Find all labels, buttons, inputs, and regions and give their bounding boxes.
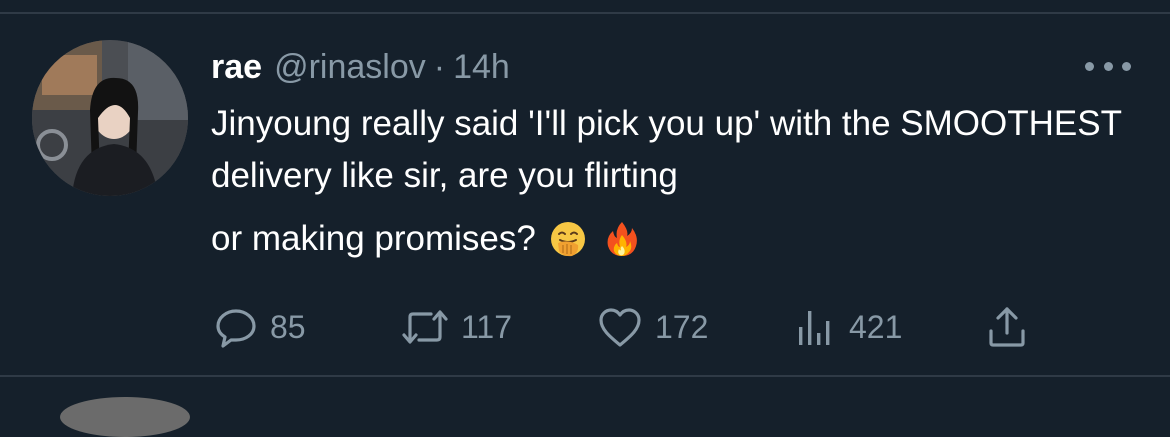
retweet-count: 117 xyxy=(461,308,513,345)
views-chart-icon xyxy=(799,311,830,345)
separator-dot: · xyxy=(433,48,446,86)
bottom-divider xyxy=(0,375,1170,377)
face-with-hand-over-mouth-emoji xyxy=(548,219,588,259)
avatar[interactable] xyxy=(32,40,188,196)
heart-icon xyxy=(599,308,641,347)
views-button[interactable]: 421 xyxy=(793,304,902,350)
tweet-actions: 85 117 172 421 xyxy=(211,304,1041,350)
top-divider xyxy=(0,12,1170,14)
tweet-header: rae @rinaslov · 14h xyxy=(211,48,510,88)
reply-icon xyxy=(216,309,256,348)
tweet-text-end: or making promises? xyxy=(211,219,536,258)
like-button[interactable]: 172 xyxy=(597,304,708,350)
tweet-text-end-line: or making promises? xyxy=(211,213,642,265)
user-handle[interactable]: @rinaslov xyxy=(274,48,426,87)
more-horizontal-icon[interactable] xyxy=(1085,56,1131,76)
next-tweet-avatar[interactable] xyxy=(60,397,190,437)
share-icon xyxy=(989,307,1025,347)
fire-emoji xyxy=(602,219,642,259)
avatar-image xyxy=(32,40,188,196)
timestamp[interactable]: 14h xyxy=(453,48,510,87)
reply-count: 85 xyxy=(270,308,306,345)
share-button[interactable] xyxy=(985,304,1029,350)
display-name[interactable]: rae xyxy=(211,48,262,87)
reply-button[interactable]: 85 xyxy=(214,304,306,350)
views-count: 421 xyxy=(849,308,903,345)
retweet-icon xyxy=(402,310,448,344)
tweet-text: Jinyoung really said 'I'll pick you up' … xyxy=(211,104,1122,195)
retweet-button[interactable]: 117 xyxy=(401,304,512,350)
like-count: 172 xyxy=(655,308,709,345)
